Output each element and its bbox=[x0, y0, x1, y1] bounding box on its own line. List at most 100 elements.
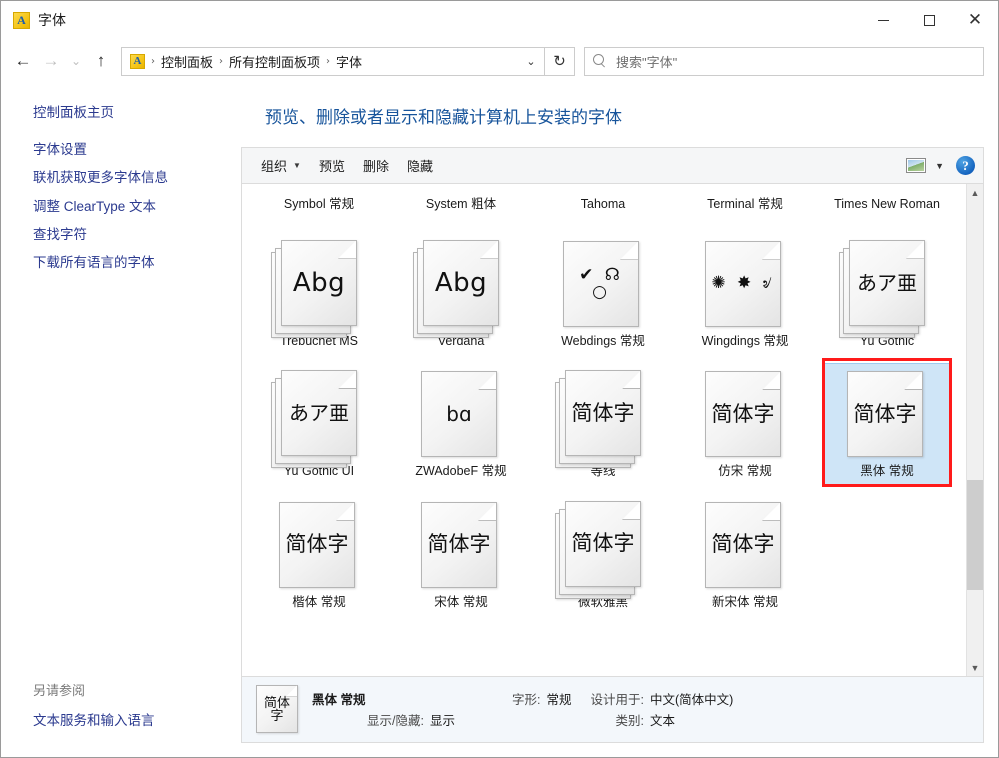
search-input[interactable]: 搜索"字体" bbox=[616, 52, 677, 71]
font-tile[interactable]: Symbol 常规 bbox=[248, 186, 390, 227]
organize-menu-button[interactable]: 组织 ▼ bbox=[252, 151, 310, 180]
font-preview-text: 简体字 bbox=[848, 372, 922, 456]
font-tile-label: Symbol 常规 bbox=[284, 197, 354, 213]
font-tile-label: 黑体 常规 bbox=[860, 464, 913, 480]
font-tile[interactable]: ✺ ✸ ৶Wingdings 常规 bbox=[674, 227, 816, 358]
minimize-button[interactable] bbox=[860, 1, 906, 39]
refresh-icon: ↻ bbox=[553, 52, 566, 70]
breadcrumb-item-control-panel[interactable]: 控制面板 bbox=[157, 52, 217, 71]
chevron-down-icon: ▼ bbox=[293, 161, 301, 170]
scroll-down-button[interactable]: ▼ bbox=[967, 659, 983, 676]
help-icon[interactable]: ? bbox=[956, 156, 975, 175]
font-sheet: bɑ bbox=[421, 371, 497, 457]
title-bar-left: A 字体 bbox=[1, 10, 66, 30]
font-tile[interactable]: Terminal 常规 bbox=[674, 186, 816, 227]
scrollbar-thumb[interactable] bbox=[967, 480, 983, 590]
preview-button[interactable]: 预览 bbox=[310, 151, 354, 180]
details-font-preview: 简体字 bbox=[257, 686, 297, 732]
font-tile-body: System 粗体 bbox=[397, 192, 525, 225]
navigation-pane: 控制面板主页 字体设置 联机获取更多字体信息 调整 ClearType 文本 查… bbox=[1, 83, 241, 757]
forward-arrow-icon: → bbox=[43, 51, 60, 71]
details-value: 文本 bbox=[650, 710, 675, 729]
chevron-down-icon: ⌄ bbox=[526, 55, 535, 68]
scroll-up-button[interactable]: ▲ bbox=[967, 184, 983, 201]
breadcrumb: A › 控制面板 › 所有控制面板项 › 字体 bbox=[128, 52, 520, 71]
nav-font-settings[interactable]: 字体设置 bbox=[1, 136, 241, 164]
details-row: 设计用于: 中文(简体中文) bbox=[564, 689, 884, 710]
fonts-grid[interactable]: Symbol 常规 System 粗体 Tahoma Terminal 常规 Times… bbox=[242, 184, 966, 676]
font-tile[interactable]: bɑZWAdobeF 常规 bbox=[390, 357, 532, 488]
close-button[interactable]: ✕ bbox=[952, 1, 998, 39]
font-tile-label: 仿宋 常规 bbox=[718, 464, 771, 480]
font-sheet: ✔ ☊ ○ bbox=[563, 241, 639, 327]
font-tile[interactable]: 简体字黑体 常规 bbox=[816, 357, 958, 488]
font-preview-text: あア亜 bbox=[282, 371, 356, 455]
font-tile[interactable]: 简体字仿宋 常规 bbox=[674, 357, 816, 488]
font-tile[interactable]: ✔ ☊ ○Webdings 常规 bbox=[532, 227, 674, 358]
maximize-button[interactable] bbox=[906, 1, 952, 39]
search-box[interactable]: 搜索"字体" bbox=[584, 47, 984, 76]
breadcrumb-item-fonts[interactable]: 字体 bbox=[332, 52, 366, 71]
details-key: 字形: bbox=[512, 689, 546, 708]
font-A-icon: A bbox=[130, 54, 145, 69]
up-button[interactable]: ↑ bbox=[87, 47, 115, 75]
details-font-name: 黑体 常规 bbox=[312, 689, 365, 708]
change-view-icon[interactable] bbox=[906, 158, 926, 173]
font-tile-body: Tahoma bbox=[539, 192, 667, 225]
nav-find-a-character[interactable]: 查找字符 bbox=[1, 221, 241, 249]
window-title: 字体 bbox=[38, 10, 66, 30]
font-file-icon: 简体字 bbox=[555, 499, 651, 591]
details-column-1b: 字形: 常规 bbox=[394, 689, 564, 731]
font-tile-body: AbgTrebuchet MS bbox=[255, 233, 383, 356]
font-tile[interactable]: Times New Roman bbox=[816, 186, 958, 227]
font-tile[interactable]: 简体字楷体 常规 bbox=[248, 488, 390, 619]
font-tile-body: 简体字宋体 常规 bbox=[397, 494, 525, 617]
font-sheet: 简体字 bbox=[847, 371, 923, 457]
forward-button[interactable]: → bbox=[37, 47, 65, 75]
nav-text-services-input-languages[interactable]: 文本服务和输入语言 bbox=[1, 707, 241, 735]
change-view-dropdown[interactable]: ▼ bbox=[926, 161, 954, 171]
up-arrow-icon: ↑ bbox=[97, 51, 106, 71]
font-tile[interactable]: あア亜Yu Gothic bbox=[816, 227, 958, 358]
font-file-icon: ✔ ☊ ○ bbox=[555, 238, 651, 330]
font-tile-body: あア亜Yu Gothic bbox=[823, 233, 951, 356]
font-tile[interactable]: 简体字微软雅黑 bbox=[532, 488, 674, 619]
font-tile-body: 简体字黑体 常规 bbox=[823, 363, 951, 486]
vertical-scrollbar[interactable]: ▲ ▼ bbox=[966, 184, 983, 676]
back-button[interactable]: ← bbox=[9, 47, 37, 75]
font-tile[interactable]: System 粗体 bbox=[390, 186, 532, 227]
nav-adjust-cleartype-text[interactable]: 调整 ClearType 文本 bbox=[1, 193, 241, 221]
font-tile[interactable]: 简体字宋体 常规 bbox=[390, 488, 532, 619]
font-tile[interactable]: AbgVerdana bbox=[390, 227, 532, 358]
font-tile[interactable]: 简体字新宋体 常规 bbox=[674, 488, 816, 619]
refresh-button[interactable]: ↻ bbox=[545, 47, 575, 76]
font-file-icon: 简体字 bbox=[555, 368, 651, 460]
page-title: 预览、删除或者显示和隐藏计算机上安装的字体 bbox=[241, 83, 984, 147]
font-tile-label: Times New Roman bbox=[834, 197, 940, 213]
font-tile[interactable]: Tahoma bbox=[532, 186, 674, 227]
nav-get-more-fonts-online[interactable]: 联机获取更多字体信息 bbox=[1, 164, 241, 192]
back-arrow-icon: ← bbox=[15, 51, 32, 71]
delete-button[interactable]: 删除 bbox=[354, 151, 398, 180]
details-value: 中文(简体中文) bbox=[650, 689, 733, 708]
scrollbar-track[interactable] bbox=[967, 201, 983, 659]
font-tile-body: あア亜Yu Gothic UI bbox=[255, 363, 383, 486]
breadcrumb-separator: › bbox=[217, 56, 225, 67]
font-sheet: ✺ ✸ ৶ bbox=[705, 241, 781, 327]
font-sheet: 简体字 bbox=[565, 501, 641, 587]
hide-button[interactable]: 隐藏 bbox=[398, 151, 442, 180]
breadcrumb-item-all-items[interactable]: 所有控制面板项 bbox=[225, 52, 324, 71]
recent-locations-button[interactable]: ⌄ bbox=[65, 47, 87, 75]
nav-control-panel-home[interactable]: 控制面板主页 bbox=[1, 99, 241, 136]
font-tile-body: Terminal 常规 bbox=[681, 192, 809, 225]
nav-download-fonts-all-languages[interactable]: 下载所有语言的字体 bbox=[1, 249, 241, 277]
breadcrumb-dropdown-button[interactable]: ⌄ bbox=[520, 55, 542, 68]
font-tile-body: ✺ ✸ ৶Wingdings 常规 bbox=[681, 233, 809, 356]
font-tile[interactable]: あア亜Yu Gothic UI bbox=[248, 357, 390, 488]
chevron-down-icon: ▼ bbox=[971, 663, 980, 673]
grid-wrapper: Symbol 常规 System 粗体 Tahoma Terminal 常规 Times… bbox=[242, 184, 983, 676]
font-preview-text: 简体字 bbox=[706, 503, 780, 587]
font-tile[interactable]: AbgTrebuchet MS bbox=[248, 227, 390, 358]
font-tile[interactable]: 简体字等线 bbox=[532, 357, 674, 488]
breadcrumb-bar[interactable]: A › 控制面板 › 所有控制面板项 › 字体 ⌄ bbox=[121, 47, 545, 76]
